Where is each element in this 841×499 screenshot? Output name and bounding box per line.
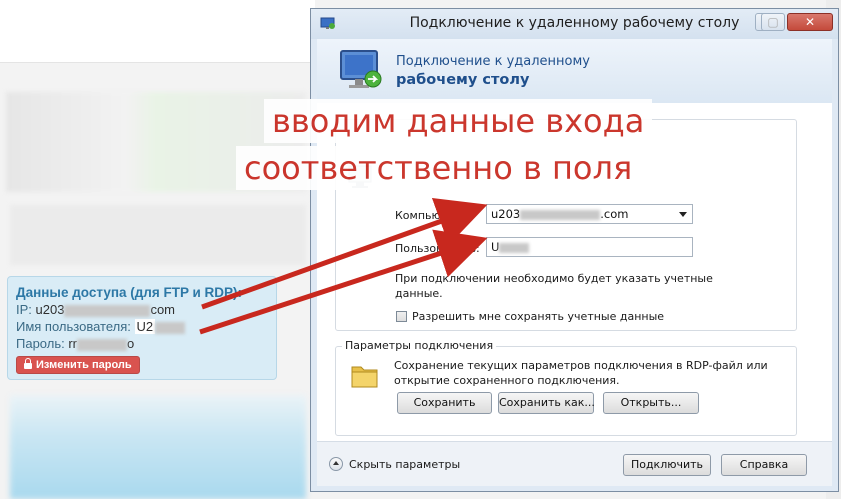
header-title-line2: рабочему столу	[396, 72, 530, 88]
title-bar[interactable]: Подключение к удаленному рабочему столу …	[311, 9, 838, 39]
save-as-button[interactable]: Сохранить как...	[498, 392, 595, 414]
credentials-note-line1: При подключении необходимо будет указать…	[395, 272, 713, 285]
ip-value-mask	[64, 304, 151, 317]
password-value-prefix: rr	[68, 336, 78, 351]
save-button[interactable]: Сохранить	[397, 392, 492, 414]
connection-params-description-line2: открытие сохраненного подключения.	[394, 374, 620, 387]
password-value-mask	[77, 338, 128, 351]
password-label: Пароль:	[16, 336, 65, 351]
ip-value-prefix: u203	[35, 302, 65, 317]
remote-desktop-monitor-icon	[340, 50, 382, 88]
collapse-options-icon[interactable]	[329, 457, 343, 471]
user-value-prefix: U	[491, 240, 500, 254]
user-input[interactable]: U	[486, 237, 693, 257]
page-top-area	[0, 0, 315, 63]
save-credentials-label[interactable]: Разрешить мне сохранять учетные данные	[412, 310, 664, 323]
username-label: Имя пользователя:	[16, 319, 131, 334]
dialog-footer: Скрыть параметры Подключить Справка	[317, 441, 832, 486]
access-data-panel: Данные доступа (для FTP и RDP): IP: u203…	[7, 276, 277, 380]
help-button[interactable]: Справка	[721, 454, 807, 476]
computer-value-prefix: u203	[491, 207, 521, 221]
dialog-header: Подключение к удаленному рабочему столу	[317, 39, 832, 103]
username-row: Имя пользователя: U2	[16, 318, 268, 335]
save-credentials-checkbox[interactable]	[396, 311, 407, 322]
ip-label: IP:	[16, 302, 32, 317]
username-value-mask	[155, 321, 186, 334]
maximize-button[interactable]: ▢	[761, 13, 785, 31]
user-label: Пользователь:	[395, 242, 480, 255]
computer-combobox[interactable]: u203 .com	[486, 204, 693, 224]
annotation-line2: соответственно в поля	[236, 146, 641, 190]
rdp-window: Подключение к удаленному рабочему столу …	[310, 8, 839, 492]
connect-button[interactable]: Подключить	[623, 454, 711, 476]
change-password-button[interactable]: Изменить пароль	[16, 356, 140, 374]
change-password-label: Изменить пароль	[36, 359, 132, 371]
connection-params-description-line1: Сохранение текущих параметров подключени…	[394, 359, 768, 372]
user-value-mask	[499, 242, 530, 253]
lock-icon	[24, 358, 32, 369]
chevron-down-icon[interactable]	[679, 212, 687, 217]
folder-icon	[351, 366, 378, 388]
computer-value-mask	[520, 209, 601, 220]
ip-value-suffix: com	[150, 302, 176, 317]
blurred-content-block-3	[10, 395, 306, 499]
connection-params-title: Параметры подключения	[342, 339, 497, 352]
hide-params-link[interactable]: Скрыть параметры	[349, 458, 460, 471]
credentials-note-line2: данные.	[395, 287, 443, 300]
access-data-title: Данные доступа (для FTP и RDP):	[16, 285, 243, 300]
blurred-content-block-2	[10, 205, 306, 265]
header-title-line1: Подключение к удаленному	[396, 54, 590, 69]
annotation-line1: вводим данные входа	[264, 99, 653, 143]
password-row: Пароль: rr o	[16, 335, 268, 352]
ip-row: IP: u203 com	[16, 301, 268, 318]
close-button[interactable]: ✕	[787, 13, 833, 31]
password-value-suffix: o	[127, 336, 135, 351]
computer-value-suffix: .com	[600, 207, 629, 221]
computer-label: Компьютер:	[395, 209, 465, 222]
open-button[interactable]: Открыть...	[603, 392, 699, 414]
username-value-prefix: U2	[134, 319, 156, 334]
